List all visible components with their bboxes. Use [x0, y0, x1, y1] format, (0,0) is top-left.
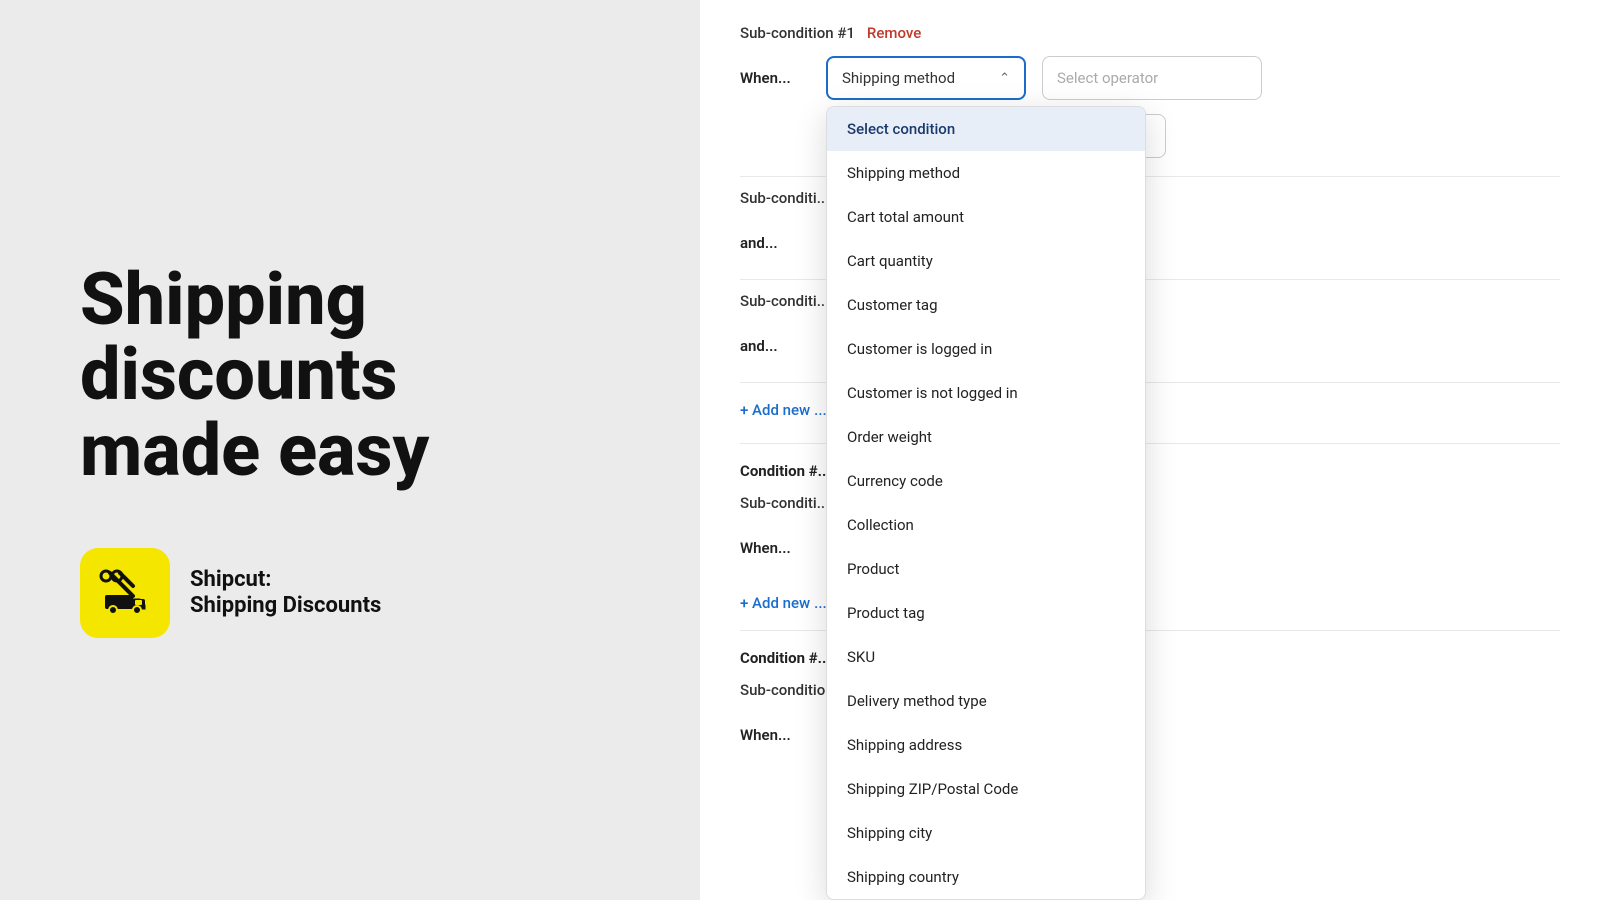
- brand-subtitle: Shipping Discounts: [190, 593, 381, 619]
- brand-icon: [80, 548, 170, 638]
- subcondition3-text: Sub-conditi...: [740, 292, 829, 310]
- remove-link[interactable]: Remove: [867, 24, 921, 42]
- brand-svg: [95, 563, 155, 623]
- dropdown-item-8[interactable]: Currency code: [827, 459, 1145, 503]
- dropdown-item-14[interactable]: Shipping address: [827, 723, 1145, 767]
- dropdown-item-6[interactable]: Customer is not logged in: [827, 371, 1145, 415]
- dropdown-item-5[interactable]: Customer is logged in: [827, 327, 1145, 371]
- dropdown-item-7[interactable]: Order weight: [827, 415, 1145, 459]
- dropdown-item-1[interactable]: Shipping method: [827, 151, 1145, 195]
- subcondition2-text: Sub-conditi...: [740, 189, 829, 207]
- subcondition1-label: Sub-condition #1: [740, 24, 855, 42]
- dropdown-item-0[interactable]: Select condition: [827, 107, 1145, 151]
- dropdown-item-3[interactable]: Cart quantity: [827, 239, 1145, 283]
- when-label-1: When...: [740, 69, 810, 87]
- brand-text-block: Shipcut: Shipping Discounts: [190, 567, 381, 620]
- dropdown-item-11[interactable]: Product tag: [827, 591, 1145, 635]
- add-new-label-2: + Add new: [740, 594, 810, 612]
- dropdown-item-9[interactable]: Collection: [827, 503, 1145, 547]
- operator-select-1[interactable]: Select operator: [1042, 56, 1262, 100]
- dropdown-item-10[interactable]: Product: [827, 547, 1145, 591]
- right-content: Sub-condition #1 Remove When... Shipping…: [700, 0, 1600, 900]
- when-label-2: When...: [740, 539, 810, 557]
- brand-block: Shipcut: Shipping Discounts: [80, 548, 381, 638]
- and-label-1: and...: [740, 234, 810, 252]
- when-label-3: When...: [740, 726, 810, 744]
- dropdown-item-12[interactable]: SKU: [827, 635, 1145, 679]
- add-new-btn-1[interactable]: + Add new...: [740, 391, 827, 429]
- left-panel: Shipping discounts made easy: [0, 0, 700, 900]
- brand-name: Shipcut:: [190, 567, 381, 593]
- dropdown-item-4[interactable]: Customer tag: [827, 283, 1145, 327]
- dropdown-item-15[interactable]: Shipping ZIP/Postal Code: [827, 767, 1145, 811]
- and-label-2: and...: [740, 337, 810, 355]
- condition-dropdown[interactable]: Select conditionShipping methodCart tota…: [826, 106, 1146, 900]
- operator-placeholder: Select operator: [1057, 69, 1158, 87]
- condition-select-value: Shipping method: [842, 69, 955, 87]
- right-panel: Sub-condition #1 Remove When... Shipping…: [700, 0, 1600, 900]
- dropdown-item-16[interactable]: Shipping city: [827, 811, 1145, 855]
- condition-select-1[interactable]: Shipping method ⌃: [826, 56, 1026, 100]
- hero-title: Shipping discounts made easy: [80, 262, 429, 489]
- subcondition4-text: Sub-conditi...: [740, 494, 829, 512]
- add-new-btn-2[interactable]: + Add new...: [740, 584, 827, 622]
- dropdown-item-2[interactable]: Cart total amount: [827, 195, 1145, 239]
- subcondition1-header: Sub-condition #1 Remove: [740, 20, 1560, 42]
- dropdown-item-17[interactable]: Shipping country: [827, 855, 1145, 899]
- when-row-1: When... Shipping method ⌃ Select operato…: [740, 56, 1560, 100]
- add-new-label-1: + Add new: [740, 401, 810, 419]
- dropdown-item-13[interactable]: Delivery method type: [827, 679, 1145, 723]
- chevron-down-icon: ⌃: [999, 71, 1010, 86]
